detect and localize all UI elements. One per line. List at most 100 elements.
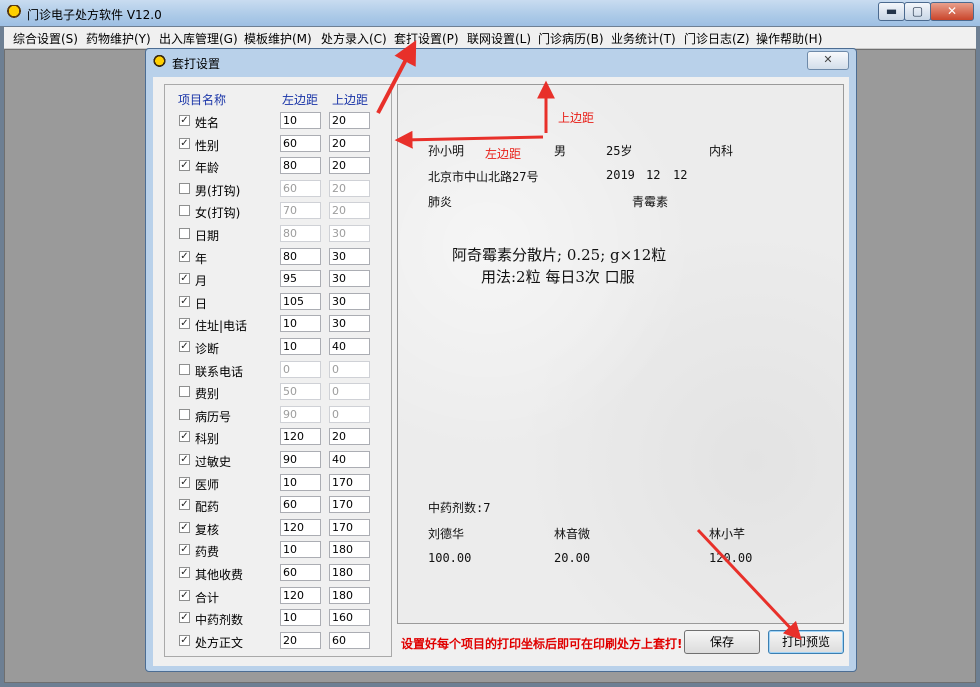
top-margin-input[interactable]: 0	[329, 383, 370, 401]
field-checkbox[interactable]: ✓	[179, 589, 190, 601]
left-margin-input[interactable]: 20	[280, 631, 321, 649]
top-margin-input[interactable]: 40	[329, 451, 370, 468]
maximize-button[interactable]: ▢	[904, 2, 931, 21]
left-margin-input[interactable]: 90	[280, 405, 321, 423]
preview-gender: 男	[554, 144, 567, 158]
field-checkbox[interactable]: ✓	[179, 160, 190, 172]
field-checkbox[interactable]	[179, 228, 190, 239]
menu-general-settings[interactable]: 综合设置(S)	[13, 30, 78, 47]
menu-medical-records[interactable]: 门诊病历(B)	[538, 30, 604, 47]
top-margin-input[interactable]: 170	[329, 496, 370, 514]
top-margin-input[interactable]: 20	[329, 134, 370, 152]
top-margin-input[interactable]: 20	[329, 428, 370, 446]
preview-total: 120.00	[709, 551, 753, 565]
left-margin-input[interactable]: 120	[280, 586, 321, 604]
field-checkbox[interactable]: ✓	[179, 431, 190, 443]
menu-inventory[interactable]: 出入库管理(G)	[159, 30, 238, 47]
field-checkbox[interactable]: ✓	[179, 476, 190, 488]
field-checkbox[interactable]: ✓	[179, 250, 190, 262]
preview-dept: 内科	[709, 144, 734, 158]
menu-statistics[interactable]: 业务统计(T)	[611, 30, 676, 47]
left-margin-input[interactable]: 105	[280, 292, 321, 310]
field-checkbox[interactable]: ✓	[179, 544, 190, 556]
top-margin-input[interactable]: 30	[329, 247, 370, 265]
field-checkbox[interactable]	[179, 182, 190, 194]
left-margin-input[interactable]: 60	[280, 496, 321, 514]
left-margin-input[interactable]: 60	[280, 179, 321, 197]
menu-network[interactable]: 联网设置(L)	[467, 30, 531, 47]
left-margin-input[interactable]: 120	[280, 428, 321, 446]
left-margin-input[interactable]: 10	[280, 338, 321, 355]
left-margin-input[interactable]: 70	[280, 202, 321, 220]
field-checkbox[interactable]	[179, 205, 190, 217]
top-margin-input[interactable]: 0	[329, 405, 370, 423]
left-margin-input[interactable]: 95	[280, 270, 321, 288]
field-checkbox[interactable]	[179, 408, 190, 420]
top-margin-input[interactable]: 20	[329, 202, 370, 220]
top-margin-input[interactable]: 170	[329, 473, 370, 491]
top-margin-input[interactable]: 0	[329, 360, 370, 378]
left-margin-input[interactable]: 60	[280, 134, 321, 152]
dialog-titlebar[interactable]: 套打设置 ✕	[146, 49, 856, 75]
top-margin-input[interactable]: 30	[329, 292, 370, 310]
left-margin-input[interactable]: 80	[280, 225, 321, 242]
field-checkbox[interactable]: ✓	[179, 318, 190, 330]
field-checkbox[interactable]: ✓	[179, 521, 190, 533]
top-margin-input[interactable]: 160	[329, 609, 370, 627]
column-header-name: 项目名称	[178, 93, 227, 107]
left-margin-input[interactable]: 10	[280, 315, 321, 333]
top-margin-input[interactable]: 30	[329, 225, 370, 242]
dialog-close-button[interactable]: ✕	[807, 51, 849, 70]
menu-template[interactable]: 模板维护(M)	[244, 30, 312, 47]
left-margin-input[interactable]: 120	[280, 518, 321, 536]
close-button[interactable]: ✕	[930, 2, 974, 21]
save-button[interactable]: 保存	[684, 630, 760, 654]
left-margin-input[interactable]: 50	[280, 383, 321, 401]
preview-year: 2019	[606, 168, 635, 182]
left-margin-input[interactable]: 10	[280, 609, 321, 627]
menu-print-settings[interactable]: 套打设置(P)	[394, 30, 459, 47]
top-margin-input[interactable]: 180	[329, 586, 370, 604]
left-margin-input[interactable]: 90	[280, 451, 321, 468]
menu-drug-maintenance[interactable]: 药物维护(Y)	[86, 30, 151, 47]
top-margin-input[interactable]: 40	[329, 338, 370, 355]
menu-prescription-entry[interactable]: 处方录入(C)	[321, 30, 387, 47]
left-margin-input[interactable]: 80	[280, 157, 321, 175]
field-checkbox[interactable]: ✓	[179, 295, 190, 307]
left-margin-input[interactable]: 80	[280, 247, 321, 265]
field-row: 男(打钩) 60 20	[165, 178, 391, 200]
field-checkbox[interactable]: ✓	[179, 499, 190, 511]
field-checkbox[interactable]: ✓	[179, 137, 190, 149]
top-margin-input[interactable]: 20	[329, 112, 370, 129]
field-checkbox[interactable]: ✓	[179, 454, 190, 465]
field-checkbox[interactable]: ✓	[179, 341, 190, 352]
top-margin-input[interactable]: 30	[329, 270, 370, 288]
left-margin-input[interactable]: 10	[280, 112, 321, 129]
dialog-penguin-icon	[153, 55, 166, 68]
preview-allergy: 青霉素	[632, 195, 669, 209]
field-checkbox[interactable]: ✓	[179, 567, 190, 578]
app-titlebar[interactable]: 门诊电子处方软件 V12.0 ▬ ▢ ✕	[0, 0, 980, 26]
top-margin-input[interactable]: 20	[329, 179, 370, 197]
field-checkbox[interactable]: ✓	[179, 612, 190, 624]
left-margin-input[interactable]: 60	[280, 564, 321, 581]
top-margin-input[interactable]: 180	[329, 541, 370, 559]
left-margin-input[interactable]: 0	[280, 360, 321, 378]
field-checkbox[interactable]	[179, 363, 190, 375]
left-margin-input[interactable]: 10	[280, 473, 321, 491]
top-margin-input[interactable]: 30	[329, 315, 370, 333]
print-preview-button[interactable]: 打印预览	[768, 630, 844, 654]
field-row: ✓ 合计 120 180	[165, 585, 391, 607]
menu-help[interactable]: 操作帮助(H)	[756, 30, 822, 47]
top-margin-input[interactable]: 60	[329, 631, 370, 649]
field-checkbox[interactable]: ✓	[179, 273, 190, 285]
minimize-button[interactable]: ▬	[878, 2, 905, 21]
top-margin-input[interactable]: 170	[329, 518, 370, 536]
top-margin-input[interactable]: 180	[329, 564, 370, 581]
field-checkbox[interactable]	[179, 386, 190, 398]
field-checkbox[interactable]: ✓	[179, 115, 190, 126]
top-margin-input[interactable]: 20	[329, 157, 370, 175]
field-checkbox[interactable]: ✓	[179, 634, 190, 646]
menu-clinic-log[interactable]: 门诊日志(Z)	[684, 30, 750, 47]
left-margin-input[interactable]: 10	[280, 541, 321, 559]
